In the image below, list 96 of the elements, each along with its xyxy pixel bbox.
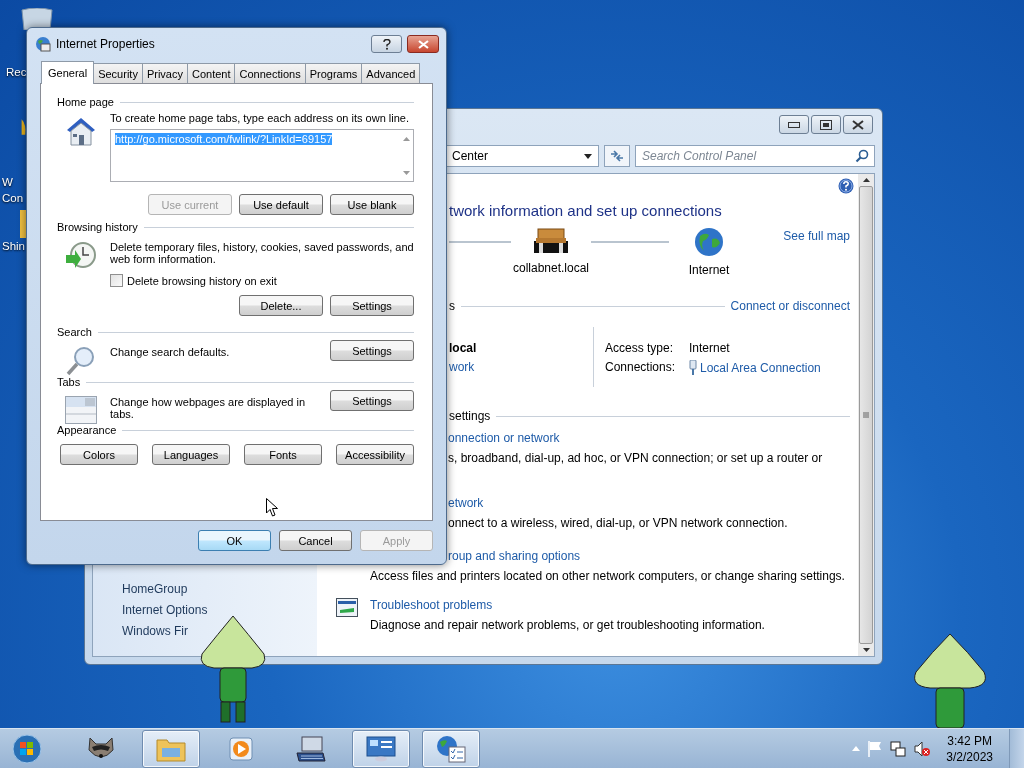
tab[interactable]: General bbox=[41, 61, 95, 84]
refresh-icon bbox=[609, 149, 625, 163]
scroll-up-icon[interactable] bbox=[862, 178, 870, 182]
task-description: Access files and printers located on other network computers, or change sharing settings. bbox=[370, 569, 845, 583]
group-label: Tabs bbox=[57, 376, 81, 388]
dialog-button[interactable]: Cancel bbox=[279, 530, 352, 551]
scroll-down-icon[interactable] bbox=[862, 648, 870, 652]
speaker-muted-icon[interactable] bbox=[914, 740, 931, 757]
settings-button[interactable]: Settings bbox=[330, 340, 414, 361]
network-node-label: Internet bbox=[688, 263, 730, 277]
network-name: local bbox=[449, 341, 478, 355]
task-description: s, broadband, dial-up, ad hoc, or VPN connection; or set up a router or bbox=[448, 451, 823, 467]
question-mark-icon bbox=[382, 38, 391, 50]
group-description: Change search defaults. bbox=[110, 345, 231, 358]
tab[interactable]: Connections bbox=[234, 63, 306, 83]
tab[interactable]: Programs bbox=[304, 63, 363, 83]
see-full-map-link[interactable]: See full map bbox=[783, 229, 850, 243]
task-description: onnect to a wireless, wired, dial-up, or VPN network connection. bbox=[448, 516, 788, 530]
page-heading: twork information and set up connections bbox=[449, 202, 723, 219]
search-field[interactable]: Search Control Panel bbox=[635, 145, 875, 167]
dialog-button[interactable]: Delete... bbox=[239, 295, 323, 316]
maximize-icon bbox=[820, 119, 832, 130]
grip-icon bbox=[863, 412, 869, 418]
bench-icon bbox=[534, 227, 568, 255]
taskbar-button[interactable] bbox=[352, 729, 410, 768]
dialog-button[interactable]: Use default bbox=[239, 194, 323, 215]
refresh-button[interactable] bbox=[604, 145, 630, 167]
task-link[interactable]: etwork bbox=[448, 496, 788, 510]
section-label: settings bbox=[449, 409, 491, 423]
local-area-connection-link[interactable]: Local Area Connection bbox=[700, 360, 821, 375]
group-label: Search bbox=[57, 326, 92, 338]
media-player-icon bbox=[228, 735, 254, 762]
minimize-icon bbox=[788, 121, 800, 128]
dialog-button[interactable]: Settings bbox=[330, 295, 414, 316]
minimize-button[interactable] bbox=[779, 115, 809, 134]
help-icon[interactable] bbox=[838, 178, 854, 194]
network-icon[interactable] bbox=[890, 740, 907, 757]
tabs-icon bbox=[64, 396, 97, 424]
group-description: Change how webpages are displayed in tabs. bbox=[110, 395, 307, 420]
recycle-bin-icon[interactable] bbox=[20, 8, 54, 30]
section-label: s bbox=[449, 299, 455, 313]
close-icon bbox=[417, 39, 429, 49]
connections-label: Connections: bbox=[605, 360, 677, 375]
monitor-icon bbox=[336, 598, 358, 617]
keyboard-monitor-icon bbox=[296, 735, 326, 762]
access-type-value: Internet bbox=[689, 341, 731, 355]
instruction-text: To create home page tabs, type each address on its own line. bbox=[110, 112, 410, 124]
clock[interactable]: 3:42 PM 3/2/2023 bbox=[946, 733, 993, 764]
window-title: Internet Properties bbox=[56, 37, 155, 51]
task-link[interactable]: Troubleshoot problems bbox=[370, 598, 765, 612]
globe-icon bbox=[35, 36, 51, 52]
globe-icon bbox=[694, 227, 724, 257]
tab[interactable]: Content bbox=[186, 63, 236, 83]
checkbox[interactable] bbox=[110, 274, 123, 287]
network-node-label: collabnet.local bbox=[512, 261, 590, 275]
dialog-button[interactable]: OK bbox=[198, 530, 271, 551]
network-type-link[interactable]: work bbox=[449, 360, 593, 374]
globe-checklist-icon bbox=[436, 734, 466, 763]
maximize-button[interactable] bbox=[811, 115, 841, 134]
scroll-thumb[interactable] bbox=[859, 186, 873, 644]
search-icon bbox=[855, 149, 869, 163]
connect-or-disconnect-link[interactable]: Connect or disconnect bbox=[730, 299, 850, 313]
close-button[interactable] bbox=[407, 35, 439, 53]
taskbar-button[interactable] bbox=[422, 729, 480, 768]
group-description: Delete temporary files, history, cookies, saved passwords, and web form information. bbox=[110, 240, 414, 265]
group-label: Home page bbox=[57, 96, 114, 108]
control-panel-icon bbox=[366, 735, 396, 762]
dialog-button[interactable]: Use blank bbox=[330, 194, 414, 215]
tab[interactable]: Privacy bbox=[141, 63, 188, 83]
scrollbar[interactable] bbox=[858, 174, 874, 656]
appearance-button[interactable]: Accessibility bbox=[336, 444, 414, 465]
desktop-icon-label[interactable]: Rec bbox=[0, 64, 27, 80]
close-icon bbox=[852, 119, 864, 130]
sidebar-link[interactable]: Internet Options bbox=[122, 603, 208, 617]
network-cable-icon bbox=[689, 360, 697, 375]
magnifier-icon bbox=[65, 346, 96, 376]
appearance-button[interactable]: Languages bbox=[152, 444, 230, 465]
appearance-button[interactable]: Colors bbox=[60, 444, 138, 465]
appearance-button[interactable]: Fonts bbox=[244, 444, 322, 465]
desktop-icon-label[interactable]: Shin bbox=[0, 238, 26, 254]
task-description: Diagnose and repair network problems, or get troubleshooting information. bbox=[370, 618, 765, 632]
clock-icon bbox=[64, 241, 97, 271]
task-link[interactable]: onnection or network bbox=[448, 431, 823, 445]
group-label: Appearance bbox=[57, 424, 117, 436]
settings-button[interactable]: Settings bbox=[330, 390, 414, 411]
sidebar-link[interactable]: Windows Fir bbox=[122, 624, 188, 638]
group-label: Browsing history bbox=[57, 221, 138, 233]
checkbox-label: Delete browsing history on exit bbox=[127, 274, 277, 287]
help-button[interactable] bbox=[371, 35, 402, 53]
sidebar-link[interactable]: HomeGroup bbox=[122, 582, 188, 596]
tab[interactable]: Security bbox=[93, 63, 143, 83]
access-type-label: Access type: bbox=[605, 341, 675, 355]
desktop-icon-label[interactable]: W Con bbox=[0, 174, 24, 206]
tab[interactable]: Advanced bbox=[361, 63, 421, 83]
close-button[interactable] bbox=[843, 115, 873, 134]
mouse-cursor-icon bbox=[266, 498, 278, 517]
